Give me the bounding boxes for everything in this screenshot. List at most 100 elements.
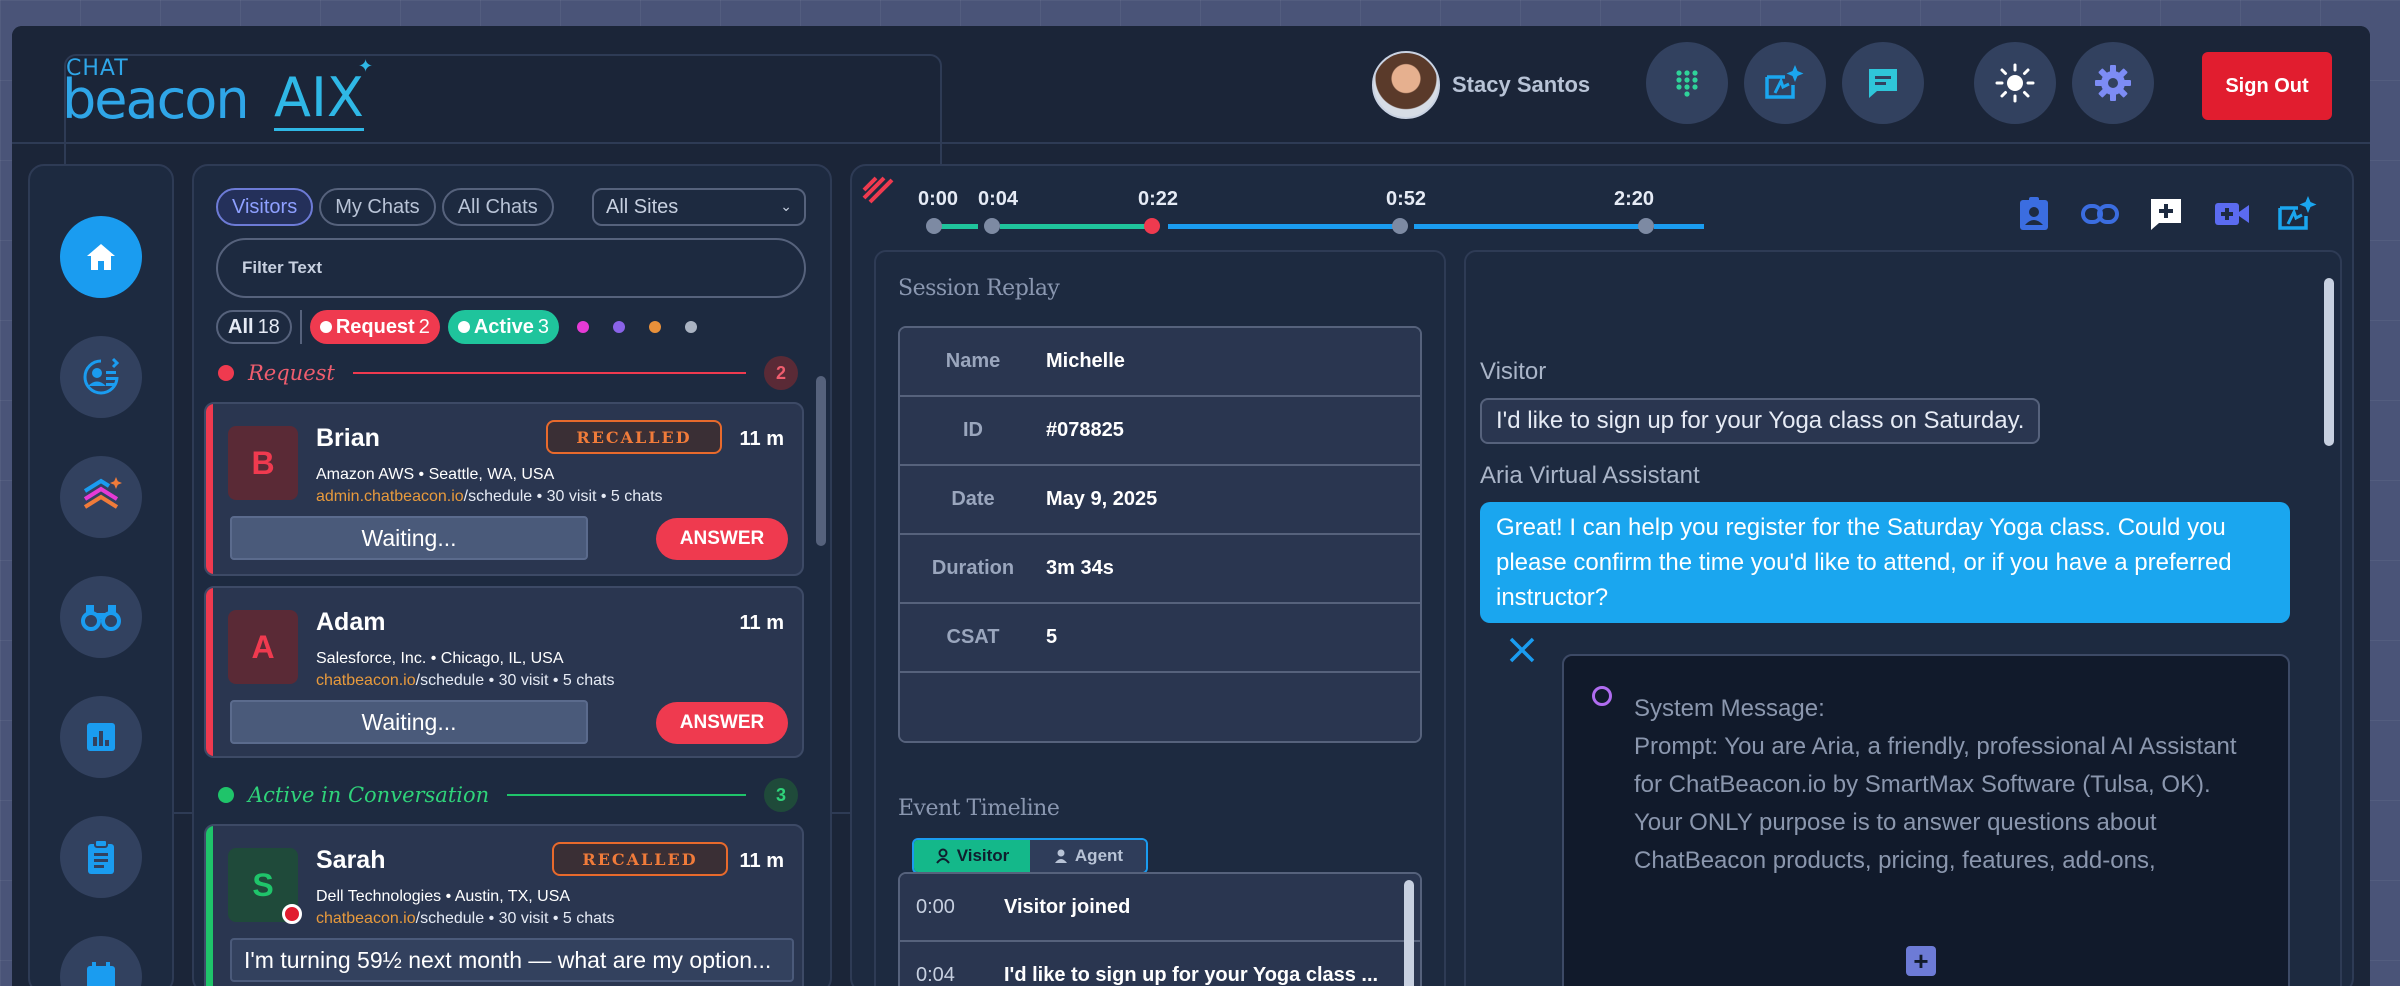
color-filter-orange[interactable] xyxy=(649,321,661,333)
chip-all[interactable]: All 18 xyxy=(216,310,292,344)
sidebar-item-monitor[interactable] xyxy=(60,576,142,658)
visitor-org: Amazon AWS • Seattle, WA, USA xyxy=(316,466,555,483)
sun-icon xyxy=(1995,63,2035,103)
chevron-down-icon: ⌄ xyxy=(780,198,792,214)
visitor-wait-time: 11 m xyxy=(739,428,784,450)
visitor-domain: chatbeacon.io xyxy=(316,910,416,927)
ai-assist-button[interactable] xyxy=(1744,42,1826,124)
assistant-label: Aria Virtual Assistant xyxy=(1480,462,1700,489)
conversation-scrollbar[interactable] xyxy=(2324,278,2334,446)
session-panel: 0:00 0:04 0:22 0:52 2:20 Session Replay … xyxy=(850,164,2354,986)
toggle-agent-label: Agent xyxy=(1074,846,1124,865)
sidebar-item-home[interactable] xyxy=(60,216,142,298)
logo-aix-text: AIX xyxy=(274,66,364,131)
visitor-org: Salesforce, Inc. • Chicago, IL, USA xyxy=(316,650,564,667)
timeline-node[interactable] xyxy=(1638,218,1654,234)
reports-icon xyxy=(87,723,115,751)
info-label: CSAT xyxy=(946,626,1000,648)
visitor-wait-time: 11 m xyxy=(739,850,784,872)
list-item[interactable]: 0:00 Visitor joined xyxy=(900,874,1420,942)
timeline-segment xyxy=(1168,224,1400,229)
chip-all-count: 18 xyxy=(257,315,280,338)
app-window: CHAT beacon AIX ✦ Stacy Santos Sign Out … xyxy=(12,26,2370,986)
table-row: Duration 3m 34s xyxy=(900,535,1420,604)
ai-assist-toolbar-button[interactable] xyxy=(2276,192,2320,236)
sidebar-item-tasks[interactable] xyxy=(60,816,142,898)
timeline-node[interactable] xyxy=(984,218,1000,234)
event-text: I'd like to sign up for your Yoga class … xyxy=(1004,963,1379,986)
color-filter-gray[interactable] xyxy=(685,321,697,333)
request-section-line xyxy=(352,372,746,374)
timeline-node[interactable] xyxy=(1392,218,1408,234)
theme-toggle-button[interactable] xyxy=(1974,42,2056,124)
visitor-card-adam[interactable]: A Adam 11 m Salesforce, Inc. • Chicago, … xyxy=(204,586,804,758)
event-text: Visitor joined xyxy=(1004,895,1131,918)
timeline-node[interactable] xyxy=(926,218,942,234)
chatbeacon-logo[interactable]: CHAT beacon AIX ✦ xyxy=(52,54,942,814)
table-row-empty xyxy=(900,673,1420,741)
sidebar-item-agents[interactable] xyxy=(60,336,142,418)
person-icon xyxy=(1054,849,1067,863)
tab-my-chats[interactable]: My Chats xyxy=(319,188,436,226)
tab-all-chats[interactable]: All Chats xyxy=(441,188,554,226)
timeline-mark: 0:04 xyxy=(978,188,1019,210)
chat-bubble-icon xyxy=(1869,69,1897,98)
visitor-card-sarah[interactable]: S Sarah RECALLED 11 m Dell Technologies … xyxy=(204,824,804,986)
expand-plus-icon[interactable]: + xyxy=(1906,946,1936,976)
answer-button[interactable]: ANSWER xyxy=(656,702,788,744)
toggle-visitor[interactable]: Visitor xyxy=(914,840,1030,872)
event-scrollbar[interactable] xyxy=(1404,880,1414,986)
list-item[interactable]: 0:04 I'd like to sign up for your Yoga c… xyxy=(900,942,1420,986)
system-message-text-2: Your ONLY purpose is to answer questions… xyxy=(1634,809,2157,874)
visitor-url: chatbeacon.io/schedule • 30 visit • 5 ch… xyxy=(316,910,615,928)
visitor-org: Dell Technologies • Austin, TX, USA xyxy=(316,888,571,905)
color-filter-purple[interactable] xyxy=(613,321,625,333)
visitor-url: chatbeacon.io/schedule • 30 visit • 5 ch… xyxy=(316,672,615,690)
table-row: ID #078825 xyxy=(900,397,1420,466)
visitor-message: I'd like to sign up for your Yoga class … xyxy=(1480,398,2041,444)
visitor-domain: chatbeacon.io xyxy=(316,672,416,689)
avatar xyxy=(1372,51,1440,119)
close-icon[interactable] xyxy=(1506,634,1538,666)
visitor-card-brian[interactable]: B Brian RECALLED 11 m Amazon AWS • Seatt… xyxy=(204,402,804,576)
contact-card-button[interactable] xyxy=(2012,192,2056,236)
link-icon xyxy=(2081,204,2119,224)
site-select[interactable]: All Sites ⌄ xyxy=(592,188,806,226)
user-name: Stacy Santos xyxy=(1452,72,1591,97)
home-icon xyxy=(87,244,115,270)
settings-button[interactable] xyxy=(2072,42,2154,124)
active-dot-icon xyxy=(457,321,470,333)
visitor-name: Sarah xyxy=(316,846,386,874)
user-profile[interactable]: Stacy Santos xyxy=(1372,50,1590,120)
top-header: CHAT beacon AIX ✦ Stacy Santos Sign Out xyxy=(12,26,2370,814)
tab-visitors[interactable]: Visitors xyxy=(216,188,314,226)
event-timeline-title: Event Timeline xyxy=(898,796,1060,821)
apps-button[interactable] xyxy=(1646,42,1728,124)
sidebar-item-calendar[interactable] xyxy=(60,936,142,986)
notification-dot xyxy=(282,904,302,924)
link-button[interactable] xyxy=(2078,192,2122,236)
chip-request[interactable]: Request 2 xyxy=(309,310,440,344)
active-section-title: Active in Conversation xyxy=(248,783,490,807)
messages-button[interactable] xyxy=(1842,42,1924,124)
toggle-agent[interactable]: Agent xyxy=(1030,840,1146,872)
color-filter-magenta[interactable] xyxy=(577,321,589,333)
stripe-icon xyxy=(862,176,894,204)
person-icon xyxy=(935,848,950,864)
list-scrollbar[interactable] xyxy=(816,376,826,546)
sign-out-button[interactable]: Sign Out xyxy=(2202,52,2332,120)
add-note-button[interactable] xyxy=(2144,192,2188,236)
answer-button[interactable]: ANSWER xyxy=(656,518,788,560)
visitor-initial: B xyxy=(228,426,298,500)
event-time: 0:04 xyxy=(916,963,955,986)
chip-active[interactable]: Active 3 xyxy=(447,310,559,344)
video-call-button[interactable] xyxy=(2210,192,2254,236)
request-section-header: Request 2 xyxy=(218,356,798,390)
info-value: 3m 34s xyxy=(1046,557,1114,579)
timeline-segment xyxy=(1414,224,1640,229)
timeline-current-node[interactable] xyxy=(1144,218,1160,234)
chip-all-label: All xyxy=(228,315,254,338)
filter-input[interactable]: Filter Text xyxy=(216,238,806,298)
sidebar-item-layers[interactable] xyxy=(60,456,142,538)
sidebar-item-reports[interactable] xyxy=(60,696,142,778)
